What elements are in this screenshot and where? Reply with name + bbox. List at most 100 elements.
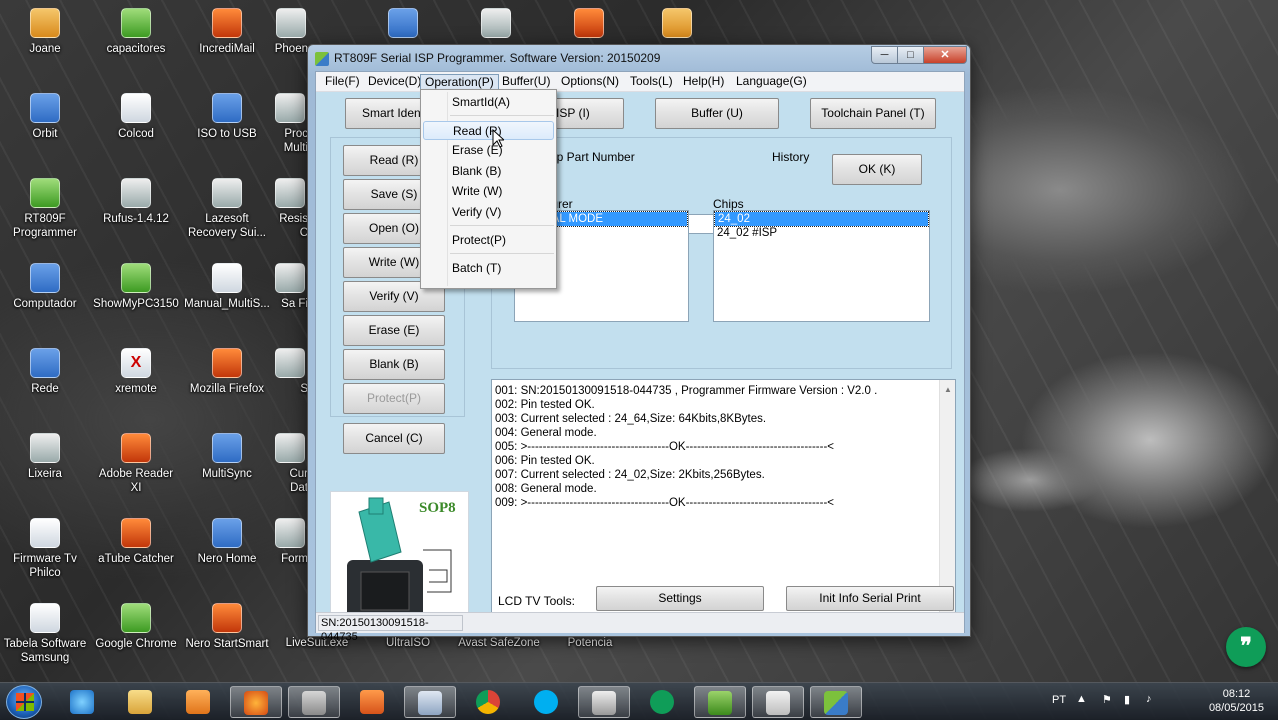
desktop-icon-avast-safezone[interactable]: Avast SafeZone (455, 636, 543, 650)
menu-item-smartid[interactable]: SmartId(A) (423, 93, 554, 112)
menu-item-verify[interactable]: Verify (V) (423, 203, 554, 222)
desktop-icon-top-7[interactable] (545, 8, 633, 42)
desktop-icon-firefox[interactable]: Mozilla Firefox (183, 348, 271, 396)
blank-button[interactable]: Blank (B) (343, 349, 445, 380)
desktop-icon-top-6[interactable] (452, 8, 540, 42)
ok-button[interactable]: OK (K) (832, 154, 922, 185)
title-bar[interactable]: RT809F Serial ISP Programmer. Software V… (308, 45, 970, 71)
desktop-icon-proc-multi[interactable]: Proc Multi (272, 93, 308, 155)
menu-operation[interactable]: Operation(P) (420, 74, 499, 90)
desktop-icon-tabela-samsung[interactable]: Tabela Software Samsung (1, 603, 89, 665)
desktop-icon-rufus[interactable]: Rufus-1.4.12 (92, 178, 180, 226)
clock[interactable]: 08:12 08/05/2015 (1209, 687, 1264, 715)
desktop-icon-joane[interactable]: Joane (1, 8, 89, 56)
menu-item-protect[interactable]: Protect(P) (423, 231, 554, 250)
desktop-icon-s[interactable]: S (272, 348, 308, 396)
desktop-icon-potencia[interactable]: Potencia (546, 636, 634, 650)
menu-language[interactable]: Language(G) (732, 74, 811, 90)
taskbar-firefox-icon[interactable] (230, 686, 282, 718)
tray-arrow-icon[interactable]: ▲ (1076, 693, 1087, 705)
desktop-icon-xremote[interactable]: Xxremote (92, 348, 180, 396)
xremote-icon: X (121, 348, 151, 378)
taskbar-mail-icon[interactable] (346, 686, 398, 718)
desktop-icon-colcod[interactable]: Colcod (92, 93, 180, 141)
network-icon[interactable]: ▮ (1124, 693, 1130, 706)
program-icon (275, 518, 305, 548)
desktop-icon-rede[interactable]: Rede (1, 348, 89, 396)
menu-help[interactable]: Help(H) (679, 74, 728, 90)
menu-item-batch[interactable]: Batch (T) (423, 259, 554, 278)
desktop-icon-sa-fi[interactable]: Sa Fi (272, 263, 308, 311)
cancel-button[interactable]: Cancel (C) (343, 423, 445, 454)
list-item[interactable]: 24_02 (714, 211, 929, 227)
menu-item-blank[interactable]: Blank (B) (423, 162, 554, 181)
taskbar-tools-icon[interactable] (288, 686, 340, 718)
taskbar-skype-icon[interactable] (520, 686, 572, 718)
desktop-icon-lixeira[interactable]: Lixeira (1, 433, 89, 481)
desktop-icon-showmypc[interactable]: ShowMyPC3150 (92, 263, 180, 311)
desktop-icon-adobe-reader[interactable]: Adobe Reader XI (92, 433, 180, 495)
taskbar-rt809f-icon[interactable] (810, 686, 862, 718)
desktop-icon-lazesoft[interactable]: Lazesoft Recovery Sui... (183, 178, 271, 240)
desktop-icon-cur-dat[interactable]: Cur Dat (272, 433, 308, 495)
taskbar-capture-icon[interactable] (578, 686, 630, 718)
desktop-icon-nero-home[interactable]: Nero Home (183, 518, 271, 566)
program-icon (574, 8, 604, 38)
desktop-icon-rt809f[interactable]: RT809F Programmer (1, 178, 89, 240)
mail-icon (212, 8, 242, 38)
buffer-button[interactable]: Buffer (U) (655, 98, 779, 129)
init-info-serial-print-button[interactable]: Init Info Serial Print (786, 586, 954, 611)
desktop-icon-top-8[interactable] (633, 8, 721, 42)
minimize-button[interactable]: ─ (871, 46, 898, 64)
log-line: 006: Pin tested OK. (495, 455, 595, 467)
desktop-icon-computador[interactable]: Computador (1, 263, 89, 311)
desktop-icon-firmware-philco[interactable]: Firmware Tv Philco (1, 518, 89, 580)
desktop-icon-nero-startsmart[interactable]: Nero StartSmart (183, 603, 271, 651)
protect-button: Protect(P) (343, 383, 445, 414)
list-item[interactable]: 24_02 #ISP (714, 226, 929, 240)
desktop-icon-iso-to-usb[interactable]: ISO to USB (183, 93, 271, 141)
toolchain-panel-button[interactable]: Toolchain Panel (T) (810, 98, 936, 129)
desktop-icon-multisync[interactable]: MultiSync (183, 433, 271, 481)
volume-icon[interactable]: ♪ (1146, 693, 1152, 705)
desktop-icon-ultraiso[interactable]: UltraISO (364, 636, 452, 650)
chart-icon (121, 8, 151, 38)
taskbar-camtasia-icon[interactable] (694, 686, 746, 718)
maximize-button[interactable]: □ (897, 46, 924, 64)
desktop-icon-chrome[interactable]: Google Chrome (92, 603, 180, 651)
menu-device[interactable]: Device(D) (364, 74, 425, 90)
desktop-icon-top-5[interactable] (359, 8, 447, 42)
clock-time: 08:12 (1222, 688, 1251, 700)
vertical-scrollbar[interactable]: ▲▼ (939, 380, 955, 616)
menu-buffer[interactable]: Buffer(U) (498, 74, 554, 90)
taskbar-hangouts-icon[interactable] (636, 686, 688, 718)
program-icon (275, 348, 305, 378)
menu-file[interactable]: File(F) (321, 74, 364, 90)
taskbar-camtasia-recorder-icon[interactable] (752, 686, 804, 718)
taskbar-device-manager-icon[interactable] (404, 686, 456, 718)
desktop-icon-resis[interactable]: Resis C (272, 178, 308, 240)
menu-options[interactable]: Options(N) (557, 74, 623, 90)
start-button[interactable] (6, 685, 42, 719)
desktop-icon-manual[interactable]: Manual_MultiS... (183, 263, 271, 311)
taskbar-chrome-icon[interactable] (462, 686, 514, 718)
hangouts-icon[interactable]: ❞ (1226, 627, 1266, 667)
language-indicator[interactable]: PT (1052, 694, 1066, 706)
desktop-icon-capacitores[interactable]: capacitores (92, 8, 180, 56)
desktop-icon-phoen[interactable]: Phoen (258, 8, 308, 56)
desktop-icon-atube[interactable]: aTube Catcher (92, 518, 180, 566)
desktop-icon-form[interactable]: Form (272, 518, 308, 566)
menu-item-erase[interactable]: Erase (E) (423, 141, 554, 160)
close-button[interactable]: ✕ (923, 46, 967, 64)
chips-list[interactable]: 24_02 24_02 #ISP (713, 210, 930, 322)
erase-button[interactable]: Erase (E) (343, 315, 445, 346)
flag-icon[interactable]: ⚑ (1102, 693, 1112, 706)
taskbar-file-explorer-icon[interactable] (114, 686, 166, 718)
taskbar-internet-explorer-icon[interactable] (56, 686, 108, 718)
menu-item-read[interactable]: Read (R) (423, 121, 554, 140)
settings-button[interactable]: Settings (596, 586, 764, 611)
menu-tools[interactable]: Tools(L) (626, 74, 677, 90)
taskbar-media-player-icon[interactable] (172, 686, 224, 718)
menu-item-write[interactable]: Write (W) (423, 182, 554, 201)
desktop-icon-orbit[interactable]: Orbit (1, 93, 89, 141)
